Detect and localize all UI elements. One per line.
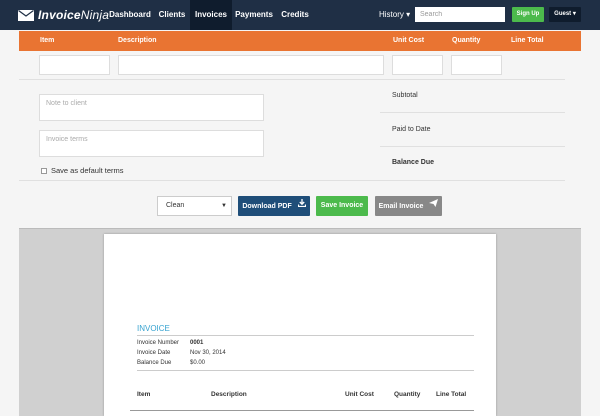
quantity-input[interactable] bbox=[451, 55, 502, 75]
save-default-terms-checkbox[interactable] bbox=[41, 168, 47, 174]
totals-divider bbox=[380, 112, 565, 113]
nav-dashboard[interactable]: Dashboard bbox=[106, 0, 154, 30]
header-line-total: Line Total bbox=[511, 37, 544, 44]
template-select[interactable]: Clean ▼ bbox=[157, 196, 232, 216]
row-divider bbox=[19, 79, 565, 80]
send-icon bbox=[429, 196, 439, 216]
chevron-down-icon: ▼ bbox=[221, 203, 227, 209]
brand-name: InvoiceNinja bbox=[38, 8, 110, 22]
signup-button[interactable]: Sign Up bbox=[512, 7, 544, 22]
guest-dropdown-button[interactable]: Guest ▾ bbox=[549, 7, 581, 22]
nav-clients[interactable]: Clients bbox=[154, 0, 190, 30]
preview-col-unit-cost: Unit Cost bbox=[345, 391, 374, 398]
description-input[interactable] bbox=[118, 55, 384, 75]
nav-invoices[interactable]: Invoices bbox=[190, 0, 232, 30]
download-icon bbox=[297, 196, 306, 216]
item-input[interactable] bbox=[39, 55, 110, 75]
subtotal-label: Subtotal bbox=[392, 92, 418, 99]
header-unit-cost: Unit Cost bbox=[393, 37, 425, 44]
form-bottom-divider bbox=[19, 180, 565, 181]
invoice-number-value: 0001 bbox=[190, 340, 204, 346]
preview-col-line-total: Line Total bbox=[436, 391, 467, 398]
preview-col-quantity: Quantity bbox=[394, 391, 421, 398]
header-quantity: Quantity bbox=[452, 37, 481, 44]
email-invoice-label: Email Invoice bbox=[378, 202, 424, 210]
preview-table-divider bbox=[130, 410, 474, 411]
email-invoice-button[interactable]: Email Invoice bbox=[375, 196, 442, 216]
envelope-logo-icon bbox=[18, 9, 34, 21]
invoice-info-divider bbox=[137, 370, 474, 371]
totals-divider bbox=[380, 146, 565, 147]
invoice-date-value: Nov 30, 2014 bbox=[190, 350, 226, 356]
preview-col-description: Description bbox=[211, 391, 247, 398]
template-select-value: Clean bbox=[166, 202, 185, 209]
brand[interactable]: InvoiceNinja bbox=[18, 8, 109, 22]
invoice-title-divider bbox=[137, 335, 474, 336]
save-default-terms-label[interactable]: Save as default terms bbox=[51, 166, 124, 175]
nav-credits[interactable]: Credits bbox=[276, 0, 314, 30]
invoice-terms-textarea[interactable]: Invoice terms bbox=[39, 130, 264, 157]
unit-cost-input[interactable] bbox=[392, 55, 443, 75]
invoice-title: INVOICE bbox=[137, 324, 170, 333]
history-dropdown[interactable]: History ▾ bbox=[379, 0, 410, 30]
search-input[interactable] bbox=[415, 7, 505, 22]
invoice-date-label: Invoice Date bbox=[137, 350, 171, 356]
invoice-number-label: Invoice Number bbox=[137, 340, 180, 346]
paid-to-date-label: Paid to Date bbox=[392, 126, 431, 133]
preview-balance-due-label: Balance Due bbox=[137, 360, 172, 366]
nav-payments[interactable]: Payments bbox=[232, 0, 276, 30]
items-table-header: Item Description Unit Cost Quantity Line… bbox=[19, 31, 581, 51]
header-description: Description bbox=[118, 37, 157, 44]
header-item: Item bbox=[40, 37, 55, 44]
top-navbar: InvoiceNinja Dashboard Clients Invoices … bbox=[0, 0, 600, 30]
preview-col-item: Item bbox=[137, 391, 151, 398]
balance-due-label: Balance Due bbox=[392, 159, 435, 166]
note-to-client-textarea[interactable]: Note to client bbox=[39, 94, 264, 121]
download-pdf-label: Download PDF bbox=[242, 202, 292, 210]
preview-balance-due-value: $0.00 bbox=[190, 360, 206, 366]
download-pdf-button[interactable]: Download PDF bbox=[238, 196, 310, 216]
save-invoice-button[interactable]: Save Invoice bbox=[316, 196, 368, 216]
